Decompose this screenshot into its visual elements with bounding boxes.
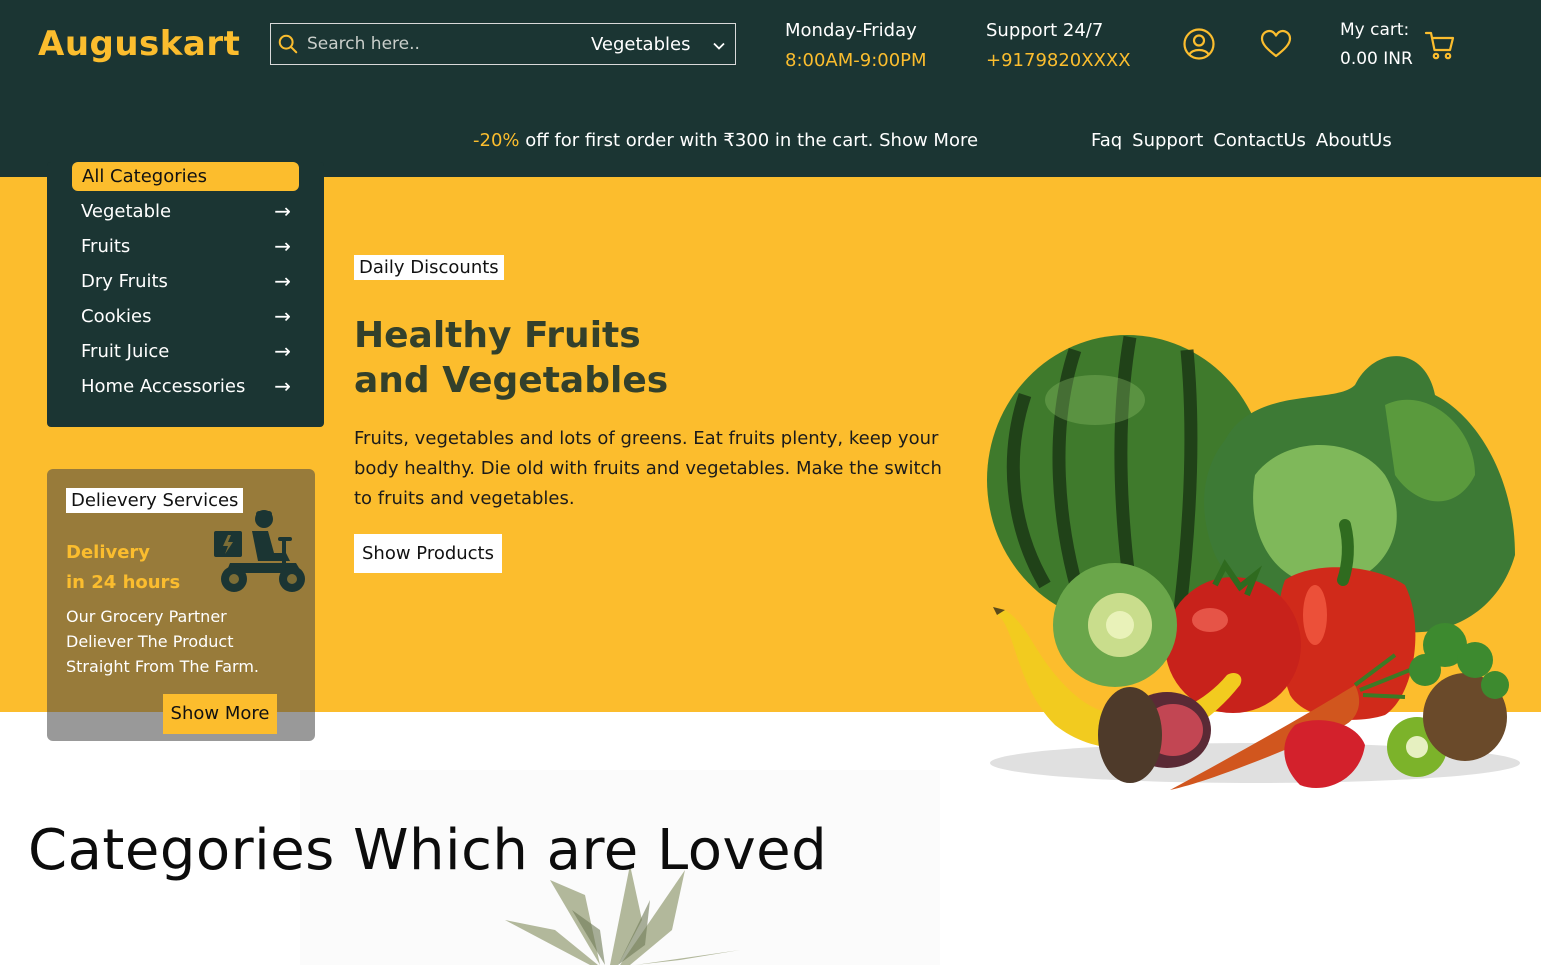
category-label: Dry Fruits <box>81 270 168 292</box>
category-item-home-accessories[interactable]: Home Accessories → <box>81 371 291 401</box>
category-select-value: Vegetables <box>591 33 691 55</box>
category-item-fruit-juice[interactable]: Fruit Juice → <box>81 336 291 366</box>
cart-icon[interactable] <box>1424 30 1456 62</box>
hours-label: Monday-Friday <box>785 20 917 41</box>
category-item-fruits[interactable]: Fruits → <box>81 231 291 261</box>
show-products-button[interactable]: Show Products <box>354 534 502 573</box>
hero-description: Fruits, vegetables and lots of greens. E… <box>354 428 942 509</box>
opening-hours: Monday-Friday 8:00AM-9:00PM <box>785 16 927 76</box>
fruits-vegetables-illustration <box>987 335 1520 790</box>
section-title: Categories Which are Loved <box>28 818 828 883</box>
arrow-right-icon: → <box>274 374 291 398</box>
support-label: Support 24/7 <box>986 20 1104 41</box>
support-info: Support 24/7 +9179820XXXX <box>986 16 1131 76</box>
delivery-title: Delivery in 24 hours <box>66 538 180 598</box>
arrow-right-icon: → <box>274 234 291 258</box>
category-item-dry-fruits[interactable]: Dry Fruits → <box>81 266 291 296</box>
nav-link-aboutus[interactable]: AboutUs <box>1316 130 1392 151</box>
search-bar: Vegetables <box>270 23 736 65</box>
cart-summary[interactable]: My cart: 0.00 INR <box>1340 16 1413 74</box>
arrow-right-icon: → <box>274 199 291 223</box>
promo-text: off for first order with ₹300 in the car… <box>519 130 979 151</box>
category-select[interactable]: Vegetables <box>563 25 735 63</box>
top-navigation: Faq Support ContactUs AboutUs <box>1091 130 1392 151</box>
support-phone[interactable]: +9179820XXXX <box>986 46 1131 76</box>
delivery-title-line2: in 24 hours <box>66 572 181 593</box>
category-label: Home Accessories <box>81 375 246 397</box>
hero-title-line1: Healthy Fruits <box>354 315 641 356</box>
category-label: Fruit Juice <box>81 340 170 362</box>
hours-value: 8:00AM-9:00PM <box>785 50 927 71</box>
nav-link-faq[interactable]: Faq <box>1091 130 1122 151</box>
promo-banner[interactable]: -20% off for first order with ₹300 in th… <box>473 130 978 151</box>
hero-title-line2: and Vegetables <box>354 360 669 401</box>
search-input[interactable] <box>305 25 563 63</box>
category-item-cookies[interactable]: Cookies → <box>81 301 291 331</box>
cart-amount: 0.00 INR <box>1340 49 1413 69</box>
logo[interactable]: Auguskart <box>38 24 240 64</box>
category-item-vegetable[interactable]: Vegetable → <box>81 196 291 226</box>
daily-discounts-badge: Daily Discounts <box>354 255 504 280</box>
search-icon[interactable] <box>271 24 305 64</box>
delivery-scooter-icon <box>214 510 305 592</box>
promo-discount: -20% <box>473 130 520 151</box>
delivery-card: Delievery Services Delivery in 24 hours … <box>47 469 315 741</box>
hero-title: Healthy Fruits and Vegetables <box>354 313 668 403</box>
delivery-description: Our Grocery Partner Deliever The Product… <box>66 607 259 676</box>
delivery-show-more-button[interactable]: Show More <box>163 694 277 734</box>
nav-link-contactus[interactable]: ContactUs <box>1213 130 1306 151</box>
arrow-right-icon: → <box>274 304 291 328</box>
category-label: Vegetable <box>81 200 172 222</box>
arrow-right-icon: → <box>274 269 291 293</box>
categories-panel: All Categories Vegetable → Fruits → Dry … <box>47 162 324 427</box>
category-label: Fruits <box>81 235 131 257</box>
all-categories-button[interactable]: All Categories <box>72 162 299 191</box>
arrow-right-icon: → <box>274 339 291 363</box>
nav-link-support[interactable]: Support <box>1132 130 1203 151</box>
category-label: Cookies <box>81 305 152 327</box>
chevron-down-icon <box>713 34 725 55</box>
cart-label: My cart: <box>1340 20 1410 40</box>
heart-icon[interactable] <box>1259 28 1293 60</box>
delivery-title-line1: Delivery <box>66 542 151 563</box>
user-icon[interactable] <box>1182 27 1216 61</box>
